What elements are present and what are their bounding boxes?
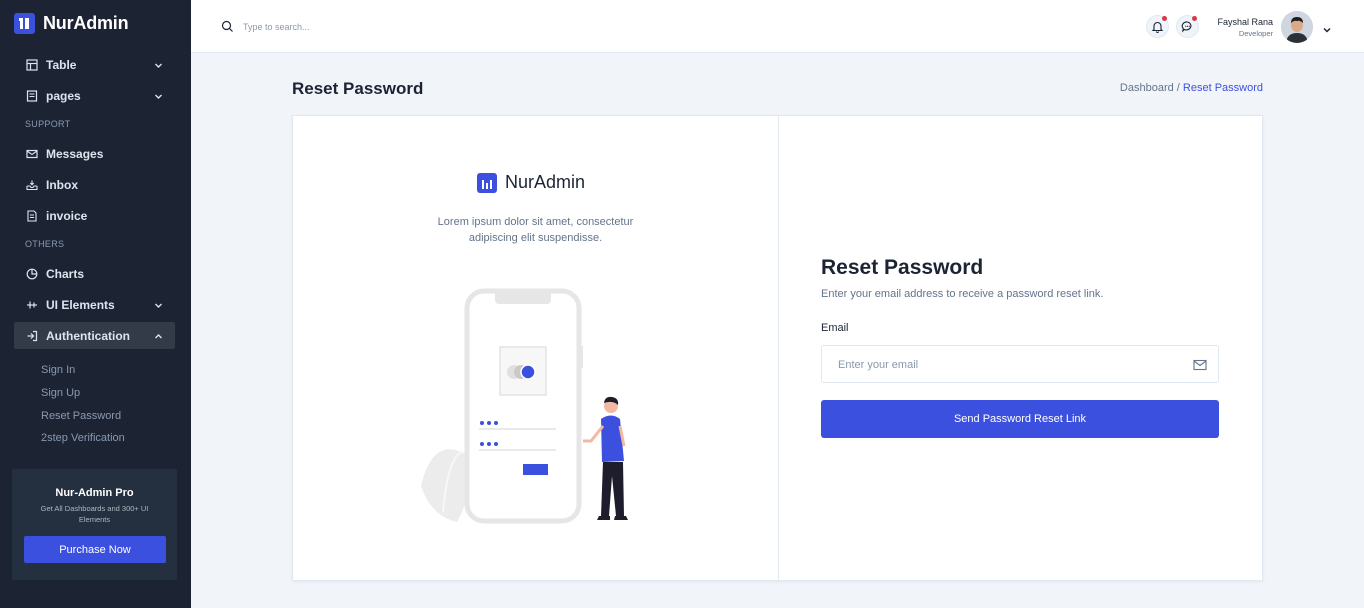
email-label: Email: [821, 322, 849, 334]
mail-icon: [1193, 358, 1207, 376]
sidebar-subitem-2step-verification[interactable]: 2step Verification: [41, 432, 125, 444]
envelope-icon: [25, 147, 38, 160]
sidebar-item-label: Inbox: [46, 177, 78, 192]
sidebar-item-table[interactable]: Table: [14, 51, 175, 78]
sidebar-item-authentication[interactable]: Authentication: [14, 322, 175, 349]
sidebar-subitem-sign-in[interactable]: Sign In: [41, 364, 75, 376]
sidebar-item-inbox[interactable]: Inbox: [14, 171, 175, 198]
bell-icon: [1151, 21, 1164, 33]
sidebar-item-label: Charts: [46, 266, 85, 281]
logo-bars-icon: [477, 172, 497, 193]
sidebar-item-label: Table: [46, 57, 77, 72]
phone-person-illustration: [421, 288, 628, 524]
reset-password-card: NurAdmin Lorem ipsum dolor sit amet, con…: [292, 115, 1263, 581]
sidebar-item-label: pages: [46, 88, 81, 103]
sidebar-item-label: Messages: [46, 146, 104, 161]
table-icon: [25, 58, 38, 71]
sidebar: NurAdmin Table pages SUPPORT Messages In…: [0, 0, 191, 608]
search-icon[interactable]: [221, 20, 234, 38]
page-title: Reset Password: [292, 79, 424, 98]
purchase-now-button[interactable]: Purchase Now: [24, 536, 166, 563]
brand-name: NurAdmin: [43, 13, 129, 33]
invoice-icon: [25, 209, 38, 222]
message-dot: [1192, 16, 1197, 21]
breadcrumb-current: Reset Password: [1182, 82, 1263, 94]
promo-title: Nur-Admin Pro: [55, 487, 134, 499]
sidebar-item-ui-elements[interactable]: UI Elements: [14, 291, 175, 318]
chevron-down-icon[interactable]: [1322, 22, 1332, 40]
sidebar-group-support: SUPPORT: [25, 119, 71, 129]
sidebar-item-label: invoice: [46, 208, 88, 223]
search-input[interactable]: [243, 18, 503, 36]
inbox-icon: [25, 178, 38, 191]
sidebar-item-invoice[interactable]: invoice: [14, 202, 175, 229]
card-logo-text: NurAdmin: [505, 172, 586, 192]
chevron-down-icon: [154, 90, 163, 104]
brand-logo-link[interactable]: NurAdmin: [14, 13, 129, 34]
promo-text: Get All Dashboards and 300+ UI Elements: [40, 504, 149, 524]
notification-dot: [1162, 16, 1167, 21]
user-role: Developer: [1238, 29, 1273, 38]
breadcrumb-dashboard-link[interactable]: Dashboard /: [1120, 82, 1180, 94]
top-header: Fayshal Rana Developer: [191, 0, 1364, 53]
promo-card: Nur-Admin Pro Get All Dashboards and 300…: [12, 469, 177, 580]
notification-button[interactable]: [1146, 15, 1169, 38]
sidebar-item-messages[interactable]: Messages: [14, 140, 175, 167]
form-title: Reset Password: [821, 256, 984, 279]
chat-icon: [1181, 21, 1192, 33]
chevron-up-icon: [154, 330, 163, 344]
sidebar-item-label: UI Elements: [46, 297, 115, 312]
sidebar-group-others: OTHERS: [25, 239, 65, 249]
login-icon: [25, 329, 38, 342]
avatar[interactable]: [1281, 11, 1313, 43]
form-subtitle: Enter your email address to receive a pa…: [821, 288, 1104, 300]
chevron-down-icon: [154, 59, 163, 73]
brand-logo-icon: [14, 13, 35, 34]
email-field-wrapper: [821, 345, 1219, 383]
card-divider: [778, 116, 779, 580]
user-name[interactable]: Fayshal Rana: [1217, 17, 1273, 27]
email-field[interactable]: [838, 356, 1178, 374]
messages-button[interactable]: [1176, 15, 1199, 38]
breadcrumb: Dashboard / Reset Password: [1120, 82, 1263, 94]
sidebar-item-pages[interactable]: pages: [14, 82, 175, 109]
sidebar-item-label: Authentication: [46, 328, 130, 343]
sidebar-subitem-reset-password[interactable]: Reset Password: [41, 410, 121, 422]
sidebar-subitem-sign-up[interactable]: Sign Up: [41, 387, 80, 399]
card-description: Lorem ipsum dolor sit amet, consectetur …: [437, 216, 634, 244]
ui-elements-icon: [25, 298, 38, 311]
sidebar-item-charts[interactable]: Charts: [14, 260, 175, 287]
chevron-down-icon: [154, 299, 163, 313]
card-logo[interactable]: NurAdmin: [477, 172, 585, 193]
send-reset-link-button[interactable]: Send Password Reset Link: [821, 400, 1219, 438]
pages-icon: [25, 89, 38, 102]
pie-chart-icon: [25, 267, 38, 280]
